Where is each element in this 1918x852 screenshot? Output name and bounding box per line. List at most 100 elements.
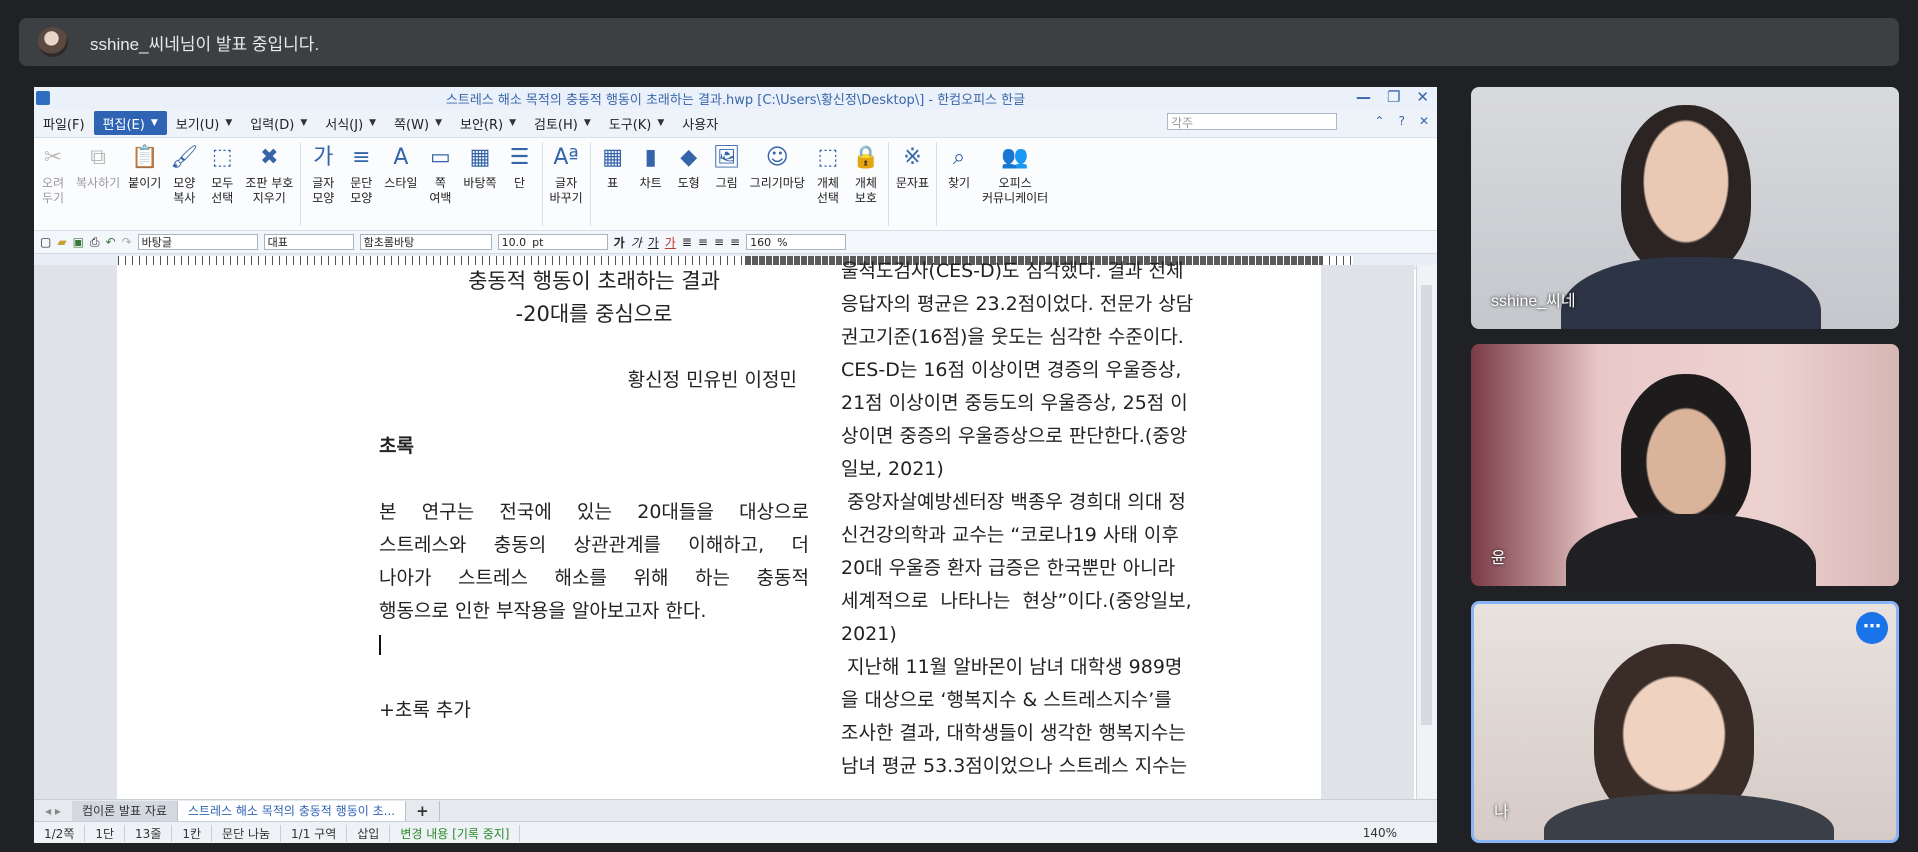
status-zoom[interactable]: 140%: [1363, 826, 1437, 840]
close-doc-icon[interactable]: ✕: [1419, 114, 1429, 128]
tab-doc-2[interactable]: 스트레스 해소 목적의 충동적 행동이 초...: [177, 801, 407, 821]
close-button[interactable]: ✕: [1416, 88, 1429, 106]
text-color-icon[interactable]: 가: [665, 234, 676, 251]
menu-insert[interactable]: 입력(D) ▼: [241, 114, 316, 133]
columns-icon: ☰: [509, 144, 530, 170]
ribbon-separator: [541, 142, 543, 226]
ribbon-button-9[interactable]: ▭ 쪽 여백: [421, 138, 459, 206]
save-icon[interactable]: ▣: [73, 235, 84, 249]
ribbon-button-22[interactable]: 👥 오피스 커뮤니케이터: [978, 138, 1052, 206]
menu-page[interactable]: 쪽(W) ▼: [385, 114, 451, 133]
participant-tile-self[interactable]: ⋯ 나: [1471, 601, 1899, 843]
ribbon-button-10[interactable]: ▦ 바탕쪽: [459, 138, 500, 191]
ribbon-button-11[interactable]: ☰ 단: [501, 138, 539, 191]
new-tab-button[interactable]: +: [406, 801, 440, 821]
search-input[interactable]: 각주: [1167, 113, 1337, 130]
collapse-ribbon-icon[interactable]: ⌃: [1375, 114, 1385, 128]
participant-tile[interactable]: 윤: [1471, 344, 1899, 586]
ribbon-button-1[interactable]: ⧉ 복사하기: [72, 138, 124, 191]
ribbon-button-label: 모양 복사: [173, 176, 196, 205]
format-painter-icon: 🖌: [170, 144, 199, 170]
format-toolbar: ▢ ▰ ▣ ⎙ ↶ ↷ 바탕글 대표 함초롬바탕 10.0 pt 가 가 가 가 …: [34, 231, 1437, 254]
participant-name: 윤: [1491, 550, 1506, 567]
language-select[interactable]: 대표: [263, 234, 354, 250]
ribbon-button-6[interactable]: 가 글자 모양: [304, 138, 342, 206]
ribbon-button-label: 모두 선택: [211, 176, 234, 205]
participant-tile[interactable]: sshine_씨네: [1471, 87, 1899, 329]
undo-icon[interactable]: ↶: [106, 235, 116, 249]
tab-scroll-arrows-icon[interactable]: ◂ ▸: [34, 804, 72, 818]
ribbon-button-7[interactable]: ≡ 문단 모양: [342, 138, 380, 206]
ribbon-button-label: 표: [607, 176, 619, 190]
zoom-field[interactable]: 160%: [746, 234, 847, 250]
ribbon-button-17[interactable]: ☺ 그리기마당: [746, 138, 809, 191]
menu-label: 편집(E): [102, 117, 145, 133]
ribbon-button-0[interactable]: ✂ 오려 두기: [34, 138, 72, 206]
ribbon-button-15[interactable]: ◆ 도형: [670, 138, 708, 191]
vertical-scrollbar[interactable]: [1416, 265, 1437, 799]
align-right-icon[interactable]: ≡: [730, 235, 740, 249]
style-icon: A: [393, 144, 409, 170]
ribbon-button-label: 글자 바꾸기: [549, 176, 583, 205]
ribbon-button-14[interactable]: ▮ 차트: [632, 138, 670, 191]
chevron-down-icon: ▼: [509, 118, 517, 128]
ribbon-button-3[interactable]: 🖌 모양 복사: [165, 138, 203, 206]
status-char: 1칸: [172, 824, 213, 842]
align-center-icon[interactable]: ≡: [714, 235, 724, 249]
minimize-button[interactable]: —: [1356, 88, 1371, 106]
ribbon-button-2[interactable]: 📋 붙이기: [124, 138, 165, 191]
menu-review[interactable]: 검토(H) ▼: [525, 114, 600, 133]
font-select[interactable]: 함초롬바탕: [359, 234, 492, 250]
document-page[interactable]: 충동적 행동이 초래하는 결과 -20대를 중심으로 황신정 민유빈 이정민 초…: [117, 260, 1321, 799]
menu-format[interactable]: 서식(J) ▼: [316, 114, 385, 133]
print-icon[interactable]: ⎙: [90, 235, 100, 250]
underline-icon[interactable]: 가: [648, 234, 659, 251]
menu-user[interactable]: 사용자: [673, 114, 727, 133]
menu-view[interactable]: 보기(U) ▼: [167, 114, 242, 133]
restore-button[interactable]: ❐: [1387, 88, 1400, 106]
menu-file[interactable]: 파일(F): [34, 114, 94, 133]
clear-marks-icon: ✖: [260, 144, 279, 170]
italic-icon[interactable]: 가: [631, 234, 642, 251]
redo-icon[interactable]: ↷: [122, 235, 132, 249]
window-titlebar: 스트레스 해소 목적의 충동적 행동이 초래하는 결과.hwp [C:\User…: [34, 87, 1437, 109]
ribbon-button-label: 붙이기: [128, 176, 162, 190]
body-text-line: 21점 이상이면 중등도의 우울증상, 25점 이: [841, 392, 1188, 414]
align-left-icon[interactable]: ≡: [698, 235, 708, 249]
menu-security[interactable]: 보안(R) ▼: [451, 114, 525, 133]
body-text-line: 응답자의 평균은 23.2점이었다. 전문가 상담: [841, 293, 1194, 315]
menu-label: 보기(U): [175, 117, 220, 133]
ribbon-button-label: 바탕쪽: [463, 176, 497, 190]
ribbon-button-19[interactable]: 🔒 개체 보호: [847, 138, 885, 206]
open-folder-icon[interactable]: ▰: [57, 235, 66, 249]
tab-doc-1[interactable]: 컴이론 발표 자료: [72, 801, 178, 821]
menu-edit[interactable]: 편집(E) ▼: [93, 111, 167, 135]
style-select[interactable]: 바탕글: [137, 234, 258, 250]
ribbon-button-18[interactable]: ⬚ 개체 선택: [809, 138, 847, 206]
align-justify-icon[interactable]: ≣: [682, 235, 692, 249]
bold-icon[interactable]: 가: [614, 234, 625, 251]
more-options-icon[interactable]: ⋯: [1856, 612, 1888, 644]
ribbon-button-5[interactable]: ✖ 조판 부호 지우기: [241, 138, 297, 206]
menu-label: 파일(F): [43, 117, 85, 133]
ribbon-button-21[interactable]: ⌕ 찾기: [940, 138, 978, 191]
doc-title-line2: -20대를 중심으로: [515, 302, 673, 326]
ribbon-button-label: 스타일: [384, 176, 418, 190]
menu-tools[interactable]: 도구(K) ▼: [600, 114, 674, 133]
chevron-down-icon: ▼: [435, 118, 442, 128]
status-track-changes[interactable]: 변경 내용 [기록 중지]: [390, 824, 521, 842]
ribbon-button-label: 개체 보호: [854, 176, 877, 205]
ribbon-button-12[interactable]: Aª 글자 바꾸기: [546, 138, 587, 206]
communicator-icon: 👥: [1001, 144, 1029, 170]
font-size-field[interactable]: 10.0 pt: [497, 234, 608, 250]
scrollbar-thumb[interactable]: [1421, 285, 1432, 725]
ribbon-button-4[interactable]: ⬚ 모두 선택: [203, 138, 241, 206]
ribbon-button-16[interactable]: 🖼 그림: [708, 138, 746, 191]
ribbon-button-20[interactable]: ※ 문자표: [892, 138, 933, 191]
help-icon[interactable]: ?: [1399, 114, 1405, 128]
ribbon-button-8[interactable]: A 스타일: [380, 138, 421, 191]
ribbon-button-13[interactable]: ▦ 표: [594, 138, 632, 191]
status-insert-mode[interactable]: 삽입: [347, 824, 391, 842]
para-shape-icon: ≡: [352, 144, 371, 170]
new-doc-icon[interactable]: ▢: [40, 235, 51, 249]
